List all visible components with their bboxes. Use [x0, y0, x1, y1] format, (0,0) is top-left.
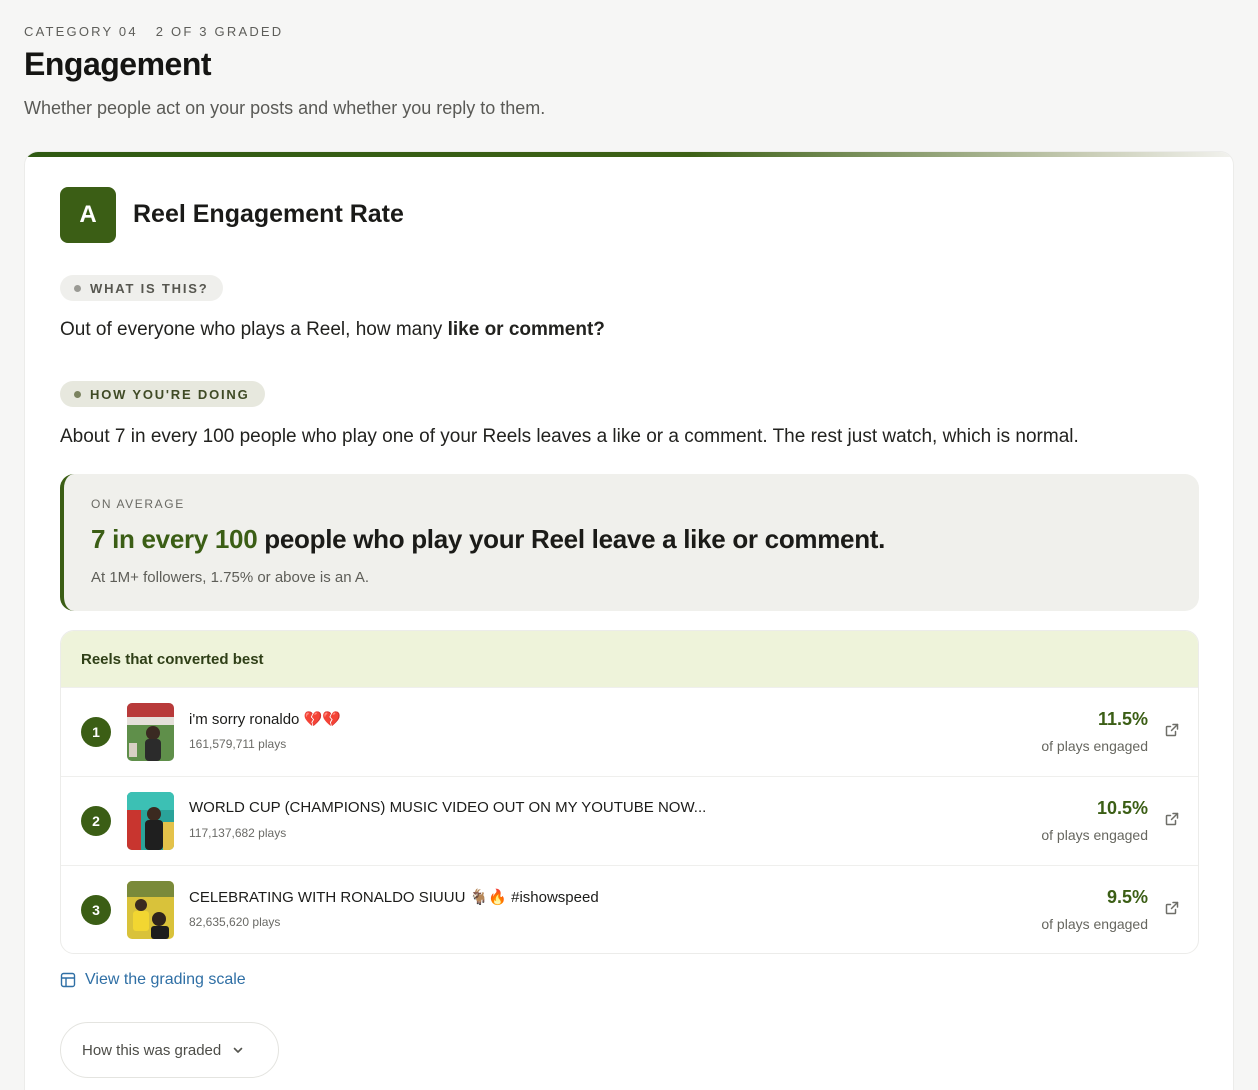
- what-text-start: Out of everyone who plays a Reel, how ma…: [60, 319, 448, 340]
- what-is-this-label: WHAT IS THIS?: [90, 280, 209, 296]
- reel-engagement-rate: 11.5%: [1097, 709, 1148, 729]
- reel-rate-label: of plays engaged: [1041, 827, 1148, 843]
- what-is-this-text: Out of everyone who plays a Reel, how ma…: [60, 319, 605, 341]
- reel-rate-label: of plays engaged: [1041, 738, 1148, 754]
- what-text-bold: like or comment?: [447, 319, 605, 340]
- how-this-was-graded-button[interactable]: How this was graded: [60, 1022, 279, 1078]
- card-accent-bar: [25, 152, 1233, 157]
- grade-badge: A: [60, 187, 116, 243]
- pill-dot-icon: [74, 284, 81, 292]
- reel-row: 1 i'm sorry ronaldo 💔💔 161,579,711 plays…: [61, 687, 1198, 776]
- rank-badge: 3: [81, 895, 111, 925]
- how-youre-doing-label: HOW YOU'RE DOING: [90, 386, 250, 402]
- view-grading-scale-link[interactable]: View the grading scale: [60, 971, 246, 989]
- graded-count: 2 OF 3 GRADED: [155, 24, 284, 39]
- pill-dot-icon: [74, 390, 81, 398]
- reel-engagement-rate: 9.5%: [1106, 887, 1148, 907]
- rank-badge: 2: [81, 806, 111, 836]
- category-label: CATEGORY 04: [24, 24, 138, 39]
- average-label: ON AVERAGE: [91, 497, 185, 511]
- category-eyebrow: CATEGORY 04 2 OF 3 GRADED: [24, 24, 283, 39]
- page-title: Engagement: [24, 46, 212, 82]
- how-youre-doing-text: About 7 in every 100 people who play one…: [60, 426, 1079, 447]
- reel-engagement-rate: 10.5%: [1096, 798, 1148, 818]
- average-note: At 1M+ followers, 1.75% or above is an A…: [91, 569, 370, 586]
- best-reels-panel: Reels that converted best 1 i'm sorry ro…: [60, 630, 1199, 954]
- reel-thumbnail[interactable]: [127, 792, 174, 850]
- table-icon: [60, 972, 76, 988]
- metric-title: Reel Engagement Rate: [133, 200, 404, 228]
- reel-title[interactable]: WORLD CUP (CHAMPIONS) MUSIC VIDEO OUT ON…: [189, 799, 706, 816]
- rank-badge: 1: [81, 717, 111, 747]
- reel-plays: 82,635,620 plays: [189, 915, 281, 929]
- reel-row: 3 CELEBRATING WITH RONALDO SIUUU 🐐🔥 #ish…: [61, 865, 1198, 953]
- how-youre-doing-pill: HOW YOU'RE DOING: [60, 381, 265, 407]
- average-callout: ON AVERAGE 7 in every 100 people who pla…: [60, 474, 1199, 611]
- page-subtitle: Whether people act on your posts and whe…: [24, 98, 546, 118]
- average-rest: people who play your Reel leave a like o…: [257, 524, 886, 554]
- how-this-was-graded-label: How this was graded: [82, 1041, 222, 1059]
- reel-thumbnail[interactable]: [127, 881, 174, 939]
- external-link-icon[interactable]: [1164, 900, 1180, 916]
- external-link-icon[interactable]: [1164, 811, 1180, 827]
- external-link-icon[interactable]: [1164, 722, 1180, 738]
- reel-row: 2 WORLD CUP (CHAMPIONS) MUSIC VIDEO OUT …: [61, 776, 1198, 865]
- best-reels-header: Reels that converted best: [61, 631, 1198, 687]
- reel-plays: 117,137,682 plays: [189, 826, 287, 840]
- chevron-down-icon: [233, 1047, 243, 1053]
- reel-plays: 161,579,711 plays: [189, 737, 287, 751]
- view-grading-scale-label: View the grading scale: [85, 971, 246, 988]
- reel-thumbnail[interactable]: [127, 703, 174, 761]
- metric-card: A Reel Engagement Rate WHAT IS THIS? Out…: [24, 151, 1234, 1090]
- average-headline: 7 in every 100 people who play your Reel…: [91, 524, 885, 555]
- what-is-this-pill: WHAT IS THIS?: [60, 275, 224, 301]
- reel-rate-label: of plays engaged: [1041, 916, 1148, 932]
- average-highlight: 7 in every 100: [91, 524, 258, 554]
- reel-title[interactable]: CELEBRATING WITH RONALDO SIUUU 🐐🔥 #ishow…: [189, 888, 599, 906]
- reel-title[interactable]: i'm sorry ronaldo 💔💔: [189, 710, 341, 728]
